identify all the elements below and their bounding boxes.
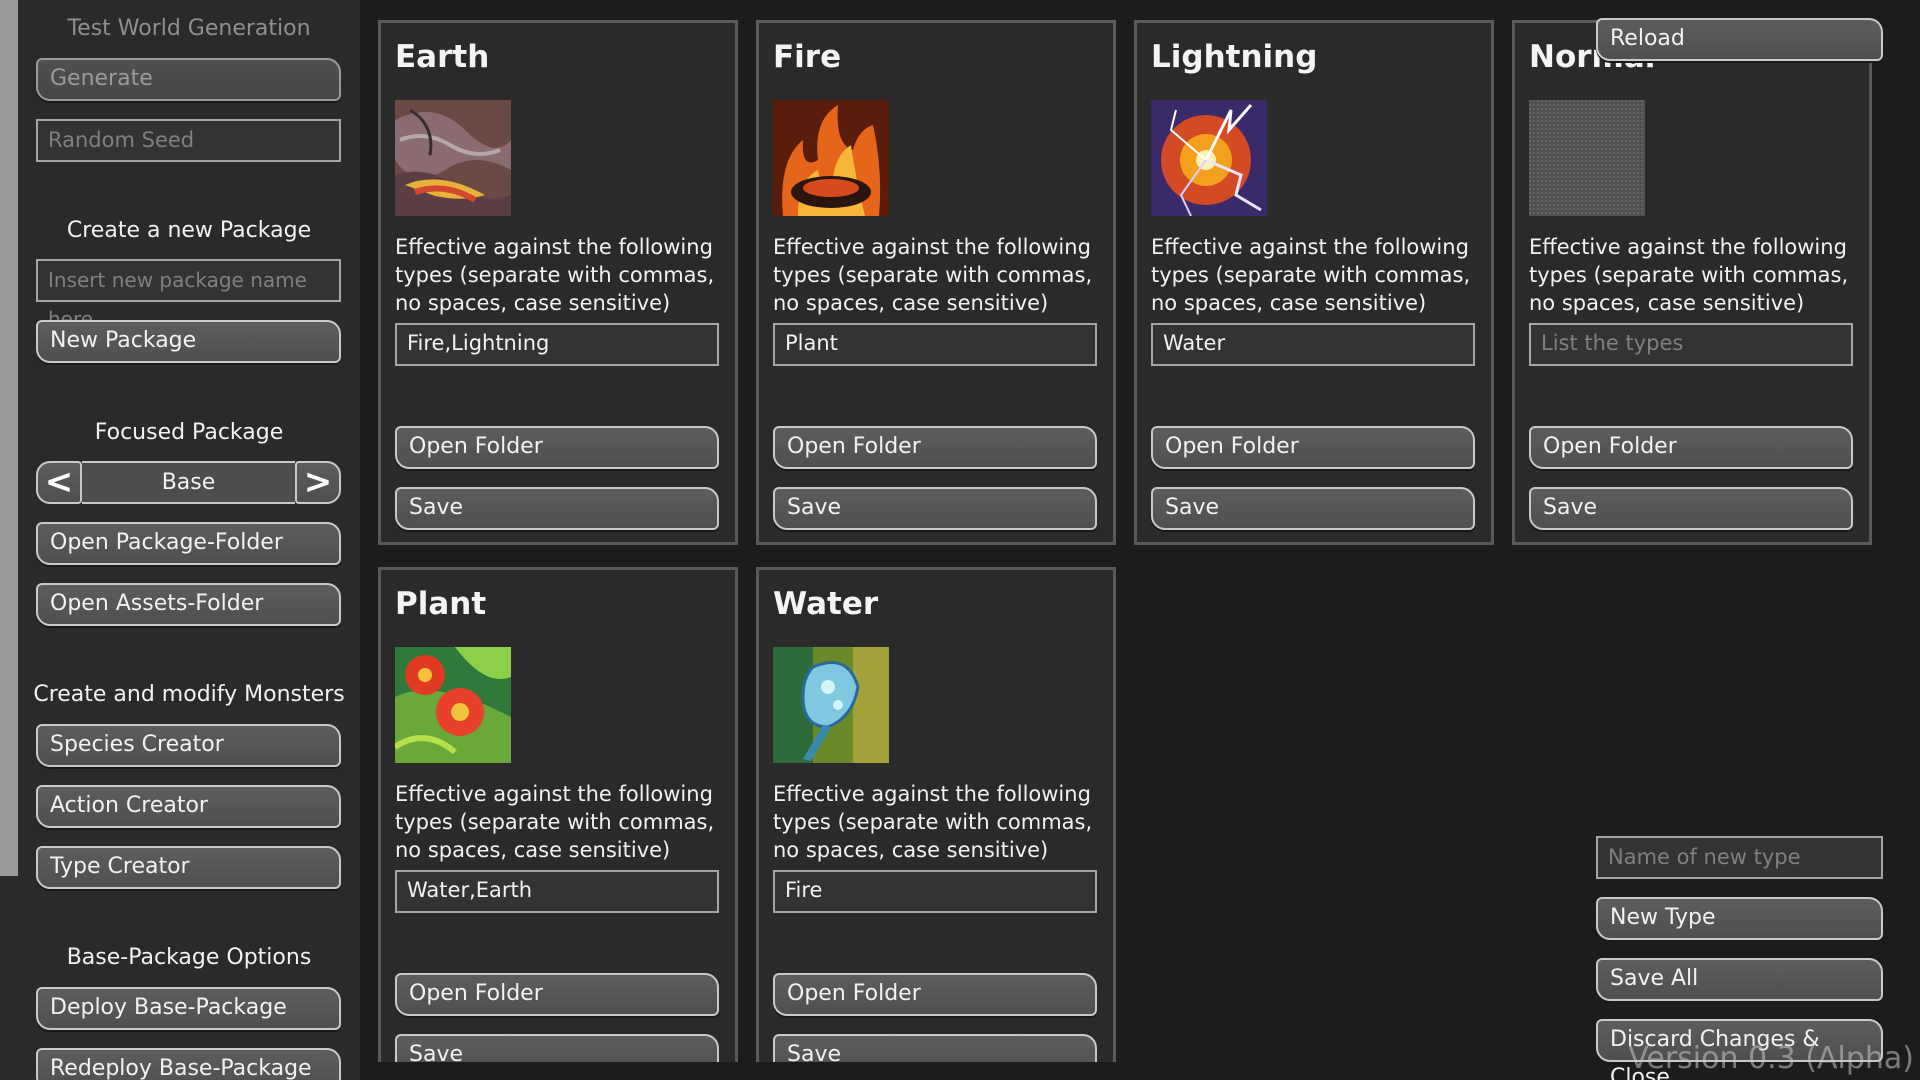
previous-package-button[interactable]: < [36,461,82,504]
save-all-button[interactable]: Save All [1596,958,1883,1001]
reload-button[interactable]: Reload [1596,18,1883,61]
type-name: Fire [773,39,842,75]
redeploy-base-package-button[interactable]: Redeploy Base-Package [36,1048,341,1080]
open-folder-button[interactable]: Open Folder [773,426,1097,469]
version-label: Version 0.3 (Alpha) [1628,1041,1914,1076]
effective-types-input[interactable]: Fire [773,870,1097,913]
effective-types-input[interactable]: Water [1151,323,1475,366]
random-seed-input[interactable]: Random Seed [36,119,341,162]
left-scrollbar[interactable] [0,0,18,1080]
type-name: Water [773,586,879,622]
normal-texture-icon [1529,100,1645,216]
open-folder-button[interactable]: Open Folder [1151,426,1475,469]
save-button[interactable]: Save [773,487,1097,530]
water-texture-icon [773,647,889,763]
grid-viewport-edge [360,1062,1600,1080]
species-creator-button[interactable]: Species Creator [36,724,341,767]
action-creator-button[interactable]: Action Creator [36,785,341,828]
next-package-button[interactable]: > [295,461,341,504]
effective-types-input[interactable]: Water,Earth [395,870,719,913]
plant-texture-icon [395,647,511,763]
effective-types-input[interactable]: Plant [773,323,1097,366]
deploy-base-package-button[interactable]: Deploy Base-Package [36,987,341,1030]
type-card-earth: Earth Effective against the following ty… [378,20,738,545]
type-creator-button[interactable]: Type Creator [36,846,341,889]
focused-package-stepper: < Base > [36,461,341,504]
new-type-name-input[interactable]: Name of new type [1596,836,1883,879]
type-card-water: Water Effective against the following ty… [756,567,1116,1080]
monsters-title: Create and modify Monsters [33,682,345,707]
effective-types-input[interactable]: List the types [1529,323,1853,366]
type-card-plant: Plant Effective against the following ty… [378,567,738,1080]
effective-types-input[interactable]: Fire,Lightning [395,323,719,366]
save-button[interactable]: Save [1529,487,1853,530]
create-package-title: Create a new Package [66,218,312,243]
focused-package-value: Base [82,461,295,504]
save-button[interactable]: Save [1151,487,1475,530]
chevron-left-icon: < [44,462,74,502]
focused-package-title: Focused Package [94,420,284,445]
open-assets-folder-button[interactable]: Open Assets-Folder [36,583,341,626]
world-generation-title: Test World Generation [67,16,311,41]
type-name: Earth [395,39,490,75]
new-type-button[interactable]: New Type [1596,897,1883,940]
type-description: Effective against the following types (s… [773,782,1093,862]
type-card-normal: Normal Effective against the following t… [1512,20,1872,545]
left-scrollbar-thumb[interactable] [0,0,18,876]
type-name: Lightning [1151,39,1318,75]
type-description: Effective against the following types (s… [395,782,715,862]
sidebar: Test World Generation Generate Random Se… [18,0,360,1080]
open-folder-button[interactable]: Open Folder [395,973,719,1016]
type-card-fire: Fire Effective against the following typ… [756,20,1116,545]
type-card-lightning: Lightning Effective against the followin… [1134,20,1494,545]
open-folder-button[interactable]: Open Folder [395,426,719,469]
open-folder-button[interactable]: Open Folder [773,973,1097,1016]
type-description: Effective against the following types (s… [773,235,1093,315]
type-description: Effective against the following types (s… [1529,235,1849,315]
open-folder-button[interactable]: Open Folder [1529,426,1853,469]
package-name-input[interactable]: Insert new package name here [36,259,341,331]
save-button[interactable]: Save [395,487,719,530]
new-package-button[interactable]: New Package [36,320,341,363]
type-description: Effective against the following types (s… [395,235,715,315]
earth-texture-icon [395,100,511,216]
base-package-options-title: Base-Package Options [66,945,312,970]
type-description: Effective against the following types (s… [1151,235,1471,315]
fire-texture-icon [773,100,889,216]
chevron-right-icon: > [303,462,333,502]
type-name: Plant [395,586,487,622]
generate-button[interactable]: Generate [36,58,341,101]
lightning-texture-icon [1151,100,1267,216]
open-package-folder-button[interactable]: Open Package-Folder [36,522,341,565]
